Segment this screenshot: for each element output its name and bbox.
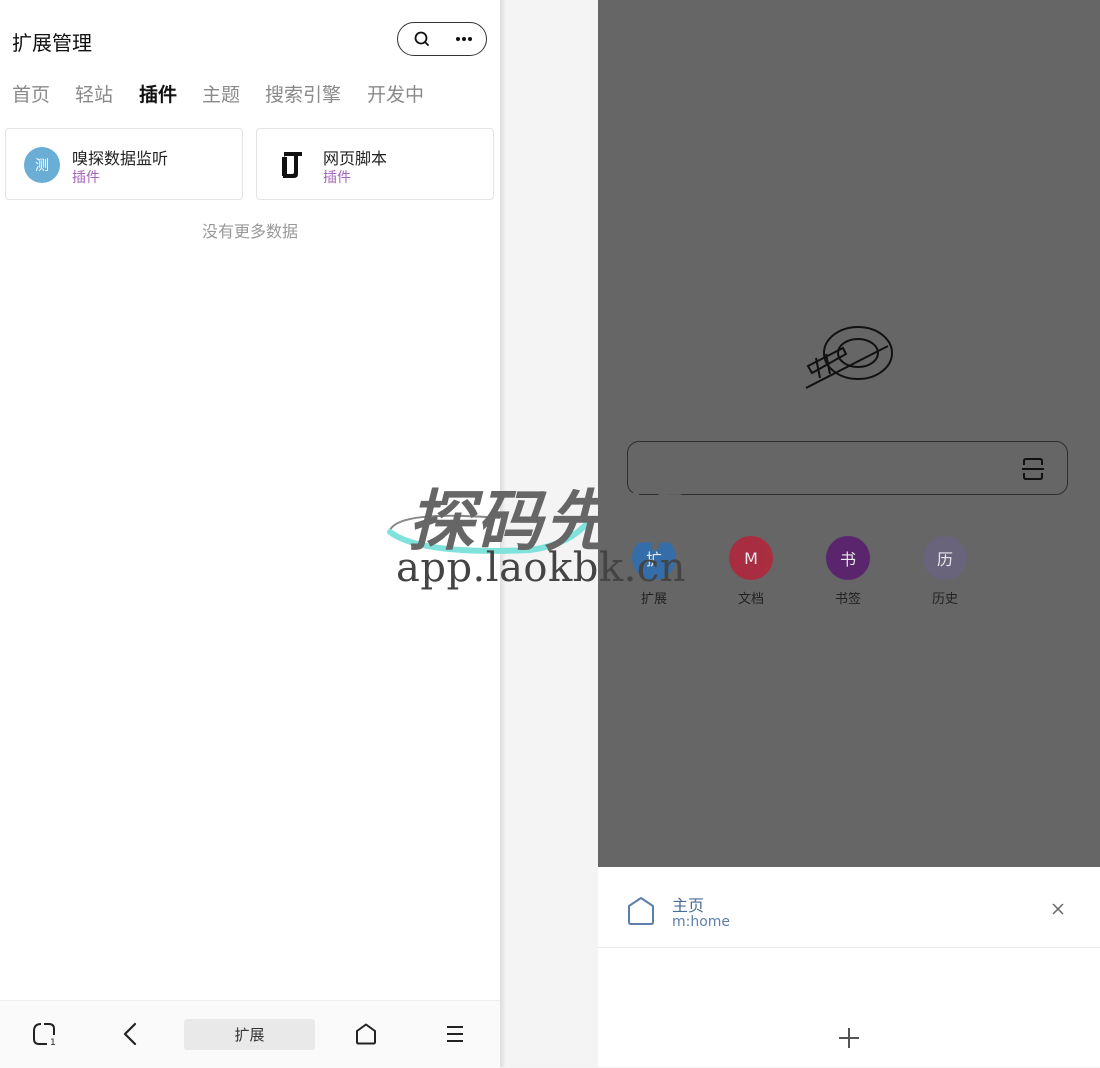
tab-in-development[interactable]: 开发中	[367, 80, 424, 107]
avatar: M	[729, 536, 773, 580]
plugin-name: 网页脚本	[323, 149, 388, 168]
home-icon[interactable]	[351, 1019, 381, 1049]
search-input[interactable]	[627, 441, 1068, 495]
browser-home-preview: 扩 扩展 M 文档 书 书签 历 历史	[598, 0, 1100, 867]
tabs-icon[interactable]: 1	[29, 1019, 59, 1049]
category-tabs: 首页 轻站 插件 主题 搜索引擎 开发中	[0, 80, 500, 110]
shortcut-label: 文档	[737, 592, 764, 607]
shortcut-label: 书签	[834, 592, 861, 607]
shortcut-label: 历史	[931, 592, 958, 607]
tab-themes[interactable]: 主题	[202, 80, 240, 107]
shortcut-bookmarks[interactable]: 书 书签	[818, 536, 878, 607]
add-tab-icon[interactable]	[838, 1027, 860, 1049]
tab-home[interactable]: 首页	[12, 80, 50, 107]
tab-count: 1	[50, 1038, 56, 1047]
back-icon[interactable]	[115, 1019, 145, 1049]
plugin-name: 嗅探数据监听	[72, 149, 169, 168]
no-more-data-hint: 没有更多数据	[201, 222, 298, 241]
header: 扩展管理	[0, 0, 500, 78]
menu-icon[interactable]	[440, 1019, 470, 1049]
tab-title: 主页	[672, 896, 705, 915]
avatar: 测	[24, 147, 60, 183]
script-logo-icon	[275, 147, 311, 183]
tab-lite-sites[interactable]: 轻站	[75, 80, 113, 107]
more-icon[interactable]	[442, 23, 486, 55]
plugin-card-web-script[interactable]: 网页脚本 插件	[256, 128, 494, 200]
bottom-toolbar: 1 扩展	[0, 1000, 500, 1068]
tab-url: m:home	[672, 914, 731, 930]
header-action-pill	[397, 22, 487, 56]
avatar: 历	[923, 536, 967, 580]
watermark-url: app.laokbk.cn	[396, 545, 686, 591]
scan-icon[interactable]	[1019, 455, 1047, 483]
shortcut-docs[interactable]: M 文档	[721, 536, 781, 607]
page-title: 扩展管理	[12, 31, 92, 55]
tab-item-home[interactable]: 主页 m:home	[598, 867, 1100, 948]
browser-logo-icon	[805, 326, 893, 389]
plugin-type: 插件	[323, 170, 351, 186]
close-icon[interactable]	[1050, 901, 1066, 917]
tab-search-engines[interactable]: 搜索引擎	[265, 80, 341, 107]
home-icon	[628, 897, 654, 925]
plugin-type: 插件	[72, 170, 100, 186]
shortcut-history[interactable]: 历 历史	[915, 536, 975, 607]
tab-plugins[interactable]: 插件	[139, 80, 177, 107]
plugin-card-sniffer[interactable]: 测 嗅探数据监听 插件	[5, 128, 243, 200]
avatar: 书	[826, 536, 870, 580]
extension-button[interactable]: 扩展	[184, 1019, 315, 1050]
search-icon[interactable]	[400, 23, 444, 55]
tab-switcher: 主页 m:home	[598, 867, 1100, 1067]
